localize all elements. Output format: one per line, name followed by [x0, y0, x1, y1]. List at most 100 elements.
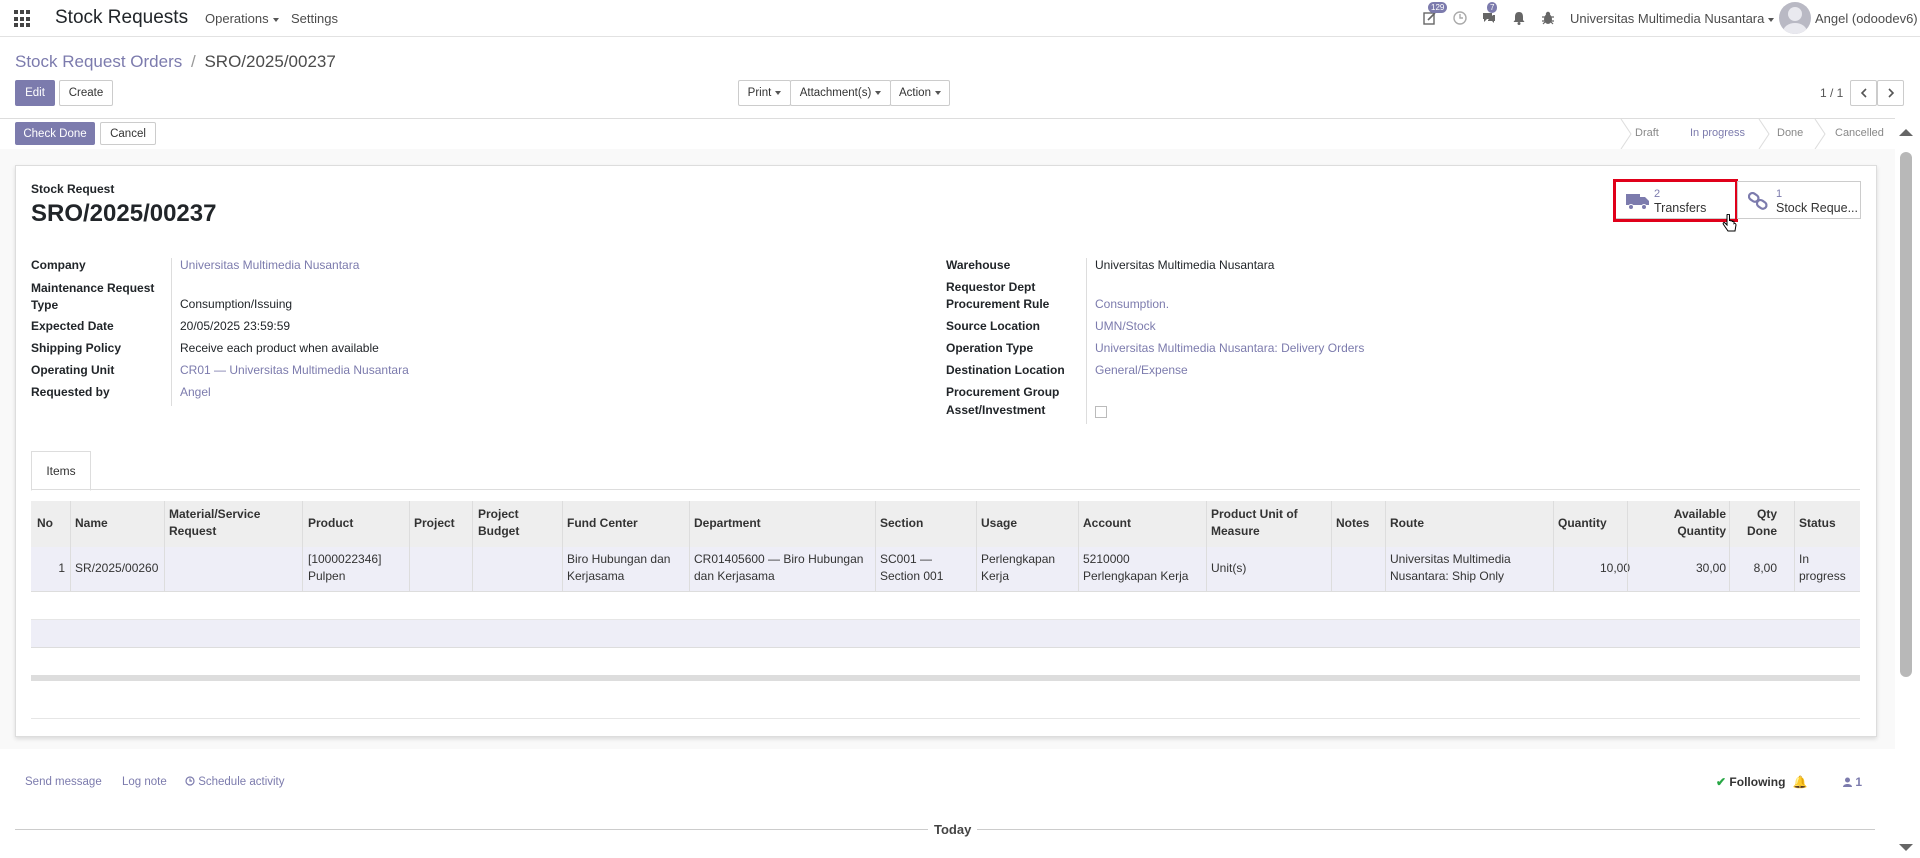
source-location-label: Source Location	[946, 319, 1041, 333]
col-project[interactable]: Project	[414, 515, 455, 532]
column-divider	[1627, 501, 1628, 591]
scroll-up-icon[interactable]	[1898, 127, 1914, 137]
apps-menu-icon[interactable]	[14, 10, 32, 28]
col-qty-done[interactable]: Qty Done	[1742, 506, 1777, 540]
clock-icon[interactable]	[1452, 10, 1468, 26]
cancel-button[interactable]: Cancel	[100, 122, 156, 145]
stage-done[interactable]: Done	[1777, 127, 1803, 139]
pager-next[interactable]	[1877, 80, 1904, 106]
col-uom[interactable]: Product Unit of Measure	[1211, 506, 1298, 540]
column-divider	[1729, 501, 1730, 591]
operation-type-field[interactable]: Universitas Multimedia Nusantara: Delive…	[1095, 341, 1364, 355]
bell-icon[interactable]	[1511, 10, 1527, 26]
action-button[interactable]: Action	[890, 80, 950, 106]
column-divider	[562, 501, 563, 591]
maintenance-type-field[interactable]: Consumption/Issuing	[180, 297, 292, 311]
source-location-field[interactable]: UMN/Stock	[1095, 319, 1156, 333]
column-divider	[1794, 501, 1795, 591]
requested-by-field[interactable]: Angel	[180, 385, 211, 399]
user-icon	[1843, 777, 1852, 787]
column-divider	[164, 501, 165, 591]
stage-in-progress[interactable]: In progress	[1690, 127, 1745, 139]
requested-by-label: Requested by	[31, 385, 110, 399]
stage-cancelled[interactable]: Cancelled	[1835, 127, 1884, 139]
tab-items[interactable]: Items	[31, 451, 91, 491]
column-divider	[1553, 501, 1554, 591]
menu-operations[interactable]: Operations	[205, 11, 279, 26]
shipping-policy-field[interactable]: Receive each product when available	[180, 341, 379, 355]
table-row[interactable]	[31, 547, 1860, 592]
stock-requests-smart-button[interactable]: 1 Stock Reque...	[1737, 181, 1861, 219]
column-divider	[875, 501, 876, 591]
table-footer	[31, 675, 1860, 681]
activity-icon[interactable]: 129	[1422, 2, 1448, 26]
statusbar: Check Done Cancel Draft In progress Done…	[0, 118, 1895, 150]
stage-arrow-icon	[1620, 119, 1632, 149]
followers-button[interactable]: 1	[1843, 775, 1862, 789]
col-route[interactable]: Route	[1390, 515, 1424, 532]
breadcrumb-current: SRO/2025/00237	[204, 52, 336, 71]
stage-draft[interactable]: Draft	[1635, 127, 1659, 139]
procurement-rule-field[interactable]: Consumption.	[1095, 297, 1169, 311]
following-button[interactable]: ✔ Following 🔔	[1716, 775, 1808, 789]
breadcrumb-parent[interactable]: Stock Request Orders	[15, 52, 182, 71]
user-menu[interactable]: Angel (odoodev6)	[1815, 11, 1918, 26]
messages-icon[interactable]: 7	[1481, 2, 1498, 26]
col-notes[interactable]: Notes	[1336, 515, 1369, 532]
operation-type-label: Operation Type	[946, 341, 1034, 355]
pager-value[interactable]: 1 / 1	[1820, 86, 1843, 100]
user-avatar[interactable]	[1779, 2, 1811, 34]
scrollbar-thumb[interactable]	[1900, 152, 1912, 677]
clock-icon	[185, 776, 195, 786]
col-usage[interactable]: Usage	[981, 515, 1017, 532]
schedule-activity-button[interactable]: Schedule activity	[185, 776, 285, 788]
col-name[interactable]: Name	[75, 515, 108, 532]
edit-button[interactable]: Edit	[15, 80, 55, 106]
pager-previous[interactable]	[1850, 80, 1877, 106]
create-button[interactable]: Create	[59, 80, 113, 106]
col-account[interactable]: Account	[1083, 515, 1131, 532]
log-note-button[interactable]: Log note	[122, 776, 167, 788]
asset-investment-checkbox[interactable]	[1095, 406, 1107, 418]
stage-arrow-icon	[1758, 119, 1770, 149]
col-status[interactable]: Status	[1799, 515, 1836, 532]
check-done-button[interactable]: Check Done	[15, 122, 95, 145]
warehouse-field[interactable]: Universitas Multimedia Nusantara	[1095, 258, 1274, 272]
column-divider	[472, 501, 473, 591]
col-fund-center[interactable]: Fund Center	[567, 515, 638, 532]
breadcrumb: Stock Request Orders / SRO/2025/00237	[15, 52, 336, 72]
menu-settings[interactable]: Settings	[291, 11, 338, 26]
company-field[interactable]: Universitas Multimedia Nusantara	[180, 258, 359, 272]
send-message-button[interactable]: Send message	[25, 776, 102, 788]
col-quantity[interactable]: Quantity	[1558, 515, 1607, 532]
col-project-budget[interactable]: Project Budget	[478, 506, 519, 540]
table-bottom-line	[31, 718, 1860, 719]
row-quantity: 10,00	[1599, 561, 1630, 575]
scroll-down-icon[interactable]	[1898, 843, 1914, 853]
form-subtitle: Stock Request	[31, 182, 115, 196]
expected-date-field[interactable]: 20/05/2025 23:59:59	[180, 319, 290, 333]
row-no: 1	[58, 561, 65, 575]
print-button[interactable]: Print	[738, 80, 791, 106]
col-available-quantity[interactable]: Available Quantity	[1666, 506, 1726, 540]
destination-location-field[interactable]: General/Expense	[1095, 363, 1188, 377]
operating-unit-field[interactable]: CR01 — Universitas Multimedia Nusantara	[180, 363, 409, 377]
col-no[interactable]: No	[37, 515, 53, 532]
company-switcher[interactable]: Universitas Multimedia Nusantara	[1570, 11, 1775, 26]
column-divider	[302, 501, 303, 591]
check-icon: ✔	[1716, 775, 1727, 789]
column-divider	[70, 501, 71, 591]
top-navbar: Stock Requests Operations Settings 129 7…	[0, 0, 1920, 37]
company-label: Company	[31, 258, 86, 272]
attachments-button[interactable]: Attachment(s)	[790, 80, 891, 106]
row-section: SC001 — Section 001	[880, 552, 944, 583]
col-department[interactable]: Department	[694, 515, 761, 532]
app-title[interactable]: Stock Requests	[55, 7, 188, 29]
field-separator	[171, 258, 172, 406]
col-material-request[interactable]: Material/Service Request	[169, 506, 260, 540]
column-divider	[409, 501, 410, 591]
stock-requests-count: 1	[1776, 188, 1783, 200]
col-product[interactable]: Product	[308, 515, 353, 532]
debug-bug-icon[interactable]	[1540, 10, 1556, 26]
col-section[interactable]: Section	[880, 515, 923, 532]
